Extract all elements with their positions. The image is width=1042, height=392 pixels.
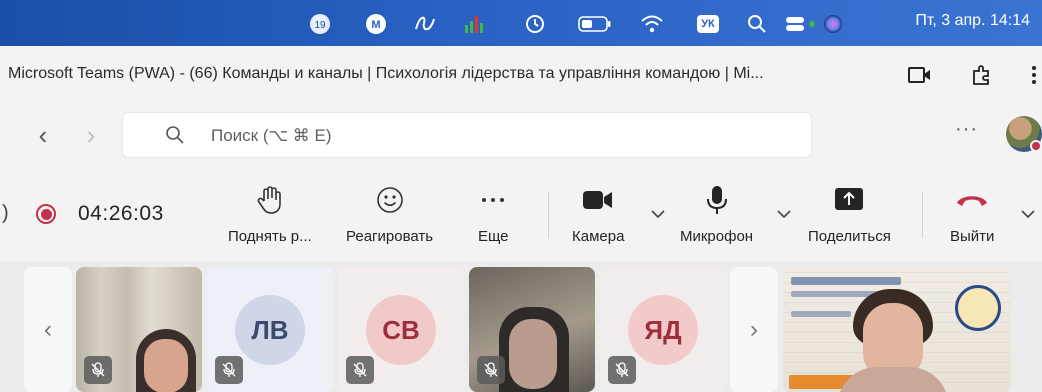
spotlight-search-icon[interactable] bbox=[747, 13, 767, 35]
forward-button[interactable]: › bbox=[76, 118, 106, 152]
microphone-button[interactable]: Микрофон bbox=[680, 178, 753, 245]
mic-muted-icon bbox=[84, 356, 112, 384]
institute-logo bbox=[955, 285, 1001, 331]
calendar-badge-icon[interactable]: 19 bbox=[308, 13, 336, 35]
camera-button[interactable]: Камера bbox=[572, 178, 624, 245]
camera-options-chevron-icon[interactable] bbox=[650, 206, 666, 222]
svg-text:19: 19 bbox=[314, 20, 326, 31]
participant-video-tile[interactable] bbox=[783, 267, 1011, 392]
mic-muted-icon bbox=[477, 356, 505, 384]
menubar-clock[interactable]: Пт, 3 апр. 14:14 bbox=[915, 12, 1030, 30]
time-machine-icon[interactable] bbox=[524, 13, 546, 35]
mic-options-chevron-icon[interactable] bbox=[776, 206, 792, 222]
meeting-toolbar: ) 04:26:03 Поднять р... Реагировать Еще … bbox=[0, 166, 1042, 262]
gallery-next-button[interactable]: › bbox=[730, 267, 778, 392]
teams-nav-bar: ‹ › Поиск (⌥ ⌘ E) ··· bbox=[0, 104, 1042, 166]
participant-initials-tile[interactable]: СВ bbox=[338, 267, 464, 392]
leave-options-chevron-icon[interactable] bbox=[1020, 206, 1036, 222]
script-app-icon[interactable] bbox=[412, 13, 438, 35]
extension-icon[interactable] bbox=[968, 61, 996, 89]
participant-video-tile[interactable] bbox=[469, 267, 595, 392]
svg-text:M: M bbox=[371, 19, 380, 31]
share-icon bbox=[834, 178, 864, 222]
participant-face bbox=[509, 319, 557, 389]
mic-muted-icon bbox=[215, 356, 243, 384]
search-icon bbox=[165, 125, 185, 150]
activity-graph-icon[interactable] bbox=[462, 13, 486, 35]
m-app-icon[interactable]: M bbox=[365, 13, 387, 35]
gallery-prev-button[interactable]: ‹ bbox=[24, 267, 72, 392]
camera-icon bbox=[582, 178, 614, 222]
participant-initials-tile[interactable]: ЛВ bbox=[207, 267, 333, 392]
leave-button[interactable]: Выйти bbox=[950, 178, 994, 245]
window-title: Microsoft Teams (PWA) - (66) Команды и к… bbox=[8, 65, 764, 82]
video-call-icon[interactable] bbox=[906, 61, 934, 89]
back-button[interactable]: ‹ bbox=[28, 118, 58, 152]
toolbar-divider bbox=[922, 192, 923, 238]
control-center-icon[interactable] bbox=[784, 13, 820, 35]
hang-up-icon bbox=[955, 178, 989, 222]
more-button[interactable]: Еще bbox=[478, 178, 509, 245]
raise-hand-icon bbox=[256, 178, 284, 222]
mic-icon bbox=[705, 178, 729, 222]
smiley-icon bbox=[376, 178, 404, 222]
participant-face bbox=[144, 339, 188, 392]
macos-menu-bar: 19 M УК Пт, 3 апр. 14:14 bbox=[0, 0, 1042, 46]
window-title-bar: Microsoft Teams (PWA) - (66) Команды и к… bbox=[0, 46, 1042, 104]
participant-video-tile[interactable] bbox=[76, 267, 202, 392]
banner-stripe bbox=[791, 311, 851, 317]
search-placeholder: Поиск (⌥ ⌘ E) bbox=[211, 126, 332, 145]
mic-muted-icon bbox=[608, 356, 636, 384]
wifi-icon[interactable] bbox=[640, 13, 664, 35]
more-icon bbox=[481, 178, 505, 222]
participant-initials-tile[interactable]: ЯД bbox=[600, 267, 726, 392]
banner-stripe bbox=[791, 277, 901, 285]
settings-more-button[interactable]: ··· bbox=[955, 118, 978, 141]
meeting-timer: 04:26:03 bbox=[78, 202, 164, 225]
participant-gallery: ‹ ЛВ СВ ЯД › bbox=[0, 262, 1042, 392]
mic-muted-icon bbox=[346, 356, 374, 384]
window-menu-icon[interactable] bbox=[1026, 61, 1042, 89]
recording-indicator-icon[interactable] bbox=[36, 204, 56, 224]
raise-hand-button[interactable]: Поднять р... bbox=[228, 178, 312, 245]
react-button[interactable]: Реагировать bbox=[346, 178, 433, 245]
participant-avatar: ЯД bbox=[628, 295, 698, 365]
keyboard-layout-indicator[interactable]: УК bbox=[694, 13, 722, 35]
clipped-edge-glyph: ) bbox=[2, 202, 9, 224]
siri-icon[interactable] bbox=[822, 13, 844, 35]
search-input[interactable]: Поиск (⌥ ⌘ E) bbox=[122, 112, 812, 158]
battery-icon[interactable] bbox=[578, 13, 612, 35]
presence-busy-dot bbox=[1030, 140, 1042, 152]
participant-avatar: ЛВ bbox=[235, 295, 305, 365]
toolbar-divider bbox=[548, 192, 549, 238]
participant-avatar: СВ bbox=[366, 295, 436, 365]
share-button[interactable]: Поделиться bbox=[808, 178, 891, 245]
